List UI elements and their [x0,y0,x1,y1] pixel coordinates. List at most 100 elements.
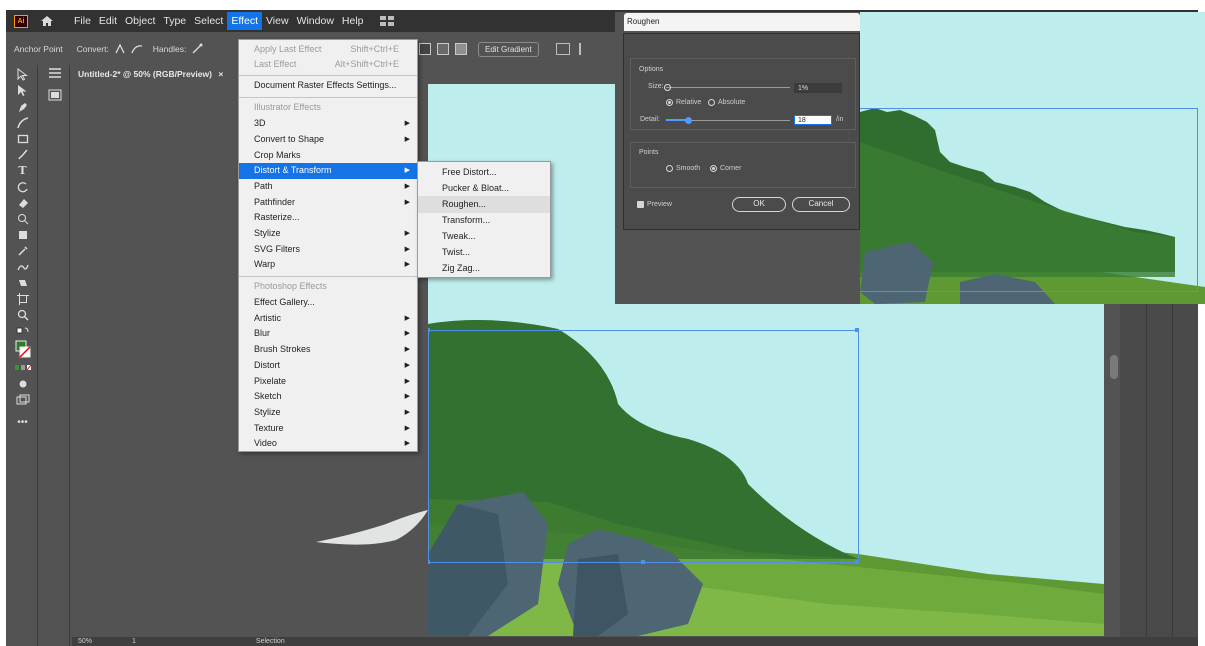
distribute-icon[interactable] [579,43,587,55]
menu-edit[interactable]: Edit [95,12,121,30]
direct-selection-tool-icon[interactable] [15,84,31,97]
menu-view[interactable]: View [262,12,293,30]
menu-object[interactable]: Object [121,12,159,30]
convert-to-shape-item[interactable]: Convert to Shape ▶ [239,132,417,148]
properties-panel-icon[interactable] [48,67,62,79]
align-icon[interactable] [556,43,570,55]
menu-type[interactable]: Type [159,12,190,30]
type-tool-icon[interactable]: T [15,164,31,177]
live-paint-tool-icon[interactable] [15,276,31,289]
artistic-item[interactable]: Artistic ▶ [239,311,417,327]
roughen-item[interactable]: Roughen... [418,196,550,213]
selection-handle[interactable] [855,328,859,332]
eyedropper-tool-icon[interactable] [15,244,31,257]
paintbrush-tool-icon[interactable] [15,148,31,161]
menu-select[interactable]: Select [190,12,227,30]
menu-effect[interactable]: Effect [227,12,262,30]
blend-tool-icon[interactable] [15,260,31,273]
menu-window[interactable]: Window [293,12,338,30]
smooth-radio[interactable] [666,165,673,172]
warp-item[interactable]: Warp ▶ [239,257,417,273]
artboard-tool-icon[interactable] [15,292,31,305]
free-distort-item[interactable]: Free Distort... [418,164,550,181]
menu-help[interactable]: Help [338,12,368,30]
zoom-level[interactable]: 50% [78,638,92,645]
path-item[interactable]: Path ▶ [239,179,417,195]
document-tab[interactable]: Untitled-2* @ 50% (RGB/Preview) × [72,66,238,82]
blur-item[interactable]: Blur ▶ [239,326,417,342]
rectangle-tool-icon[interactable] [15,132,31,145]
color-mode-icon[interactable] [14,361,31,374]
stylize-item[interactable]: Stylize ▶ [239,226,417,242]
zig-zag-item[interactable]: Zig Zag... [418,260,550,277]
distort-item[interactable]: Distort ▶ [239,358,417,374]
swap-colors-icon[interactable] [15,324,31,337]
menu-file[interactable]: File [70,12,95,30]
eraser-tool-icon[interactable] [15,196,31,209]
free-transform-tool-icon[interactable] [15,228,31,241]
selection-handle[interactable] [428,328,430,332]
size-slider-track[interactable] [666,87,790,88]
selection-handle[interactable] [641,560,645,564]
distort-transform-item[interactable]: Distort & Transform ▶ [239,163,417,179]
screen-mode-icon[interactable] [15,393,31,406]
absolute-radio[interactable] [708,99,715,106]
close-tab-icon[interactable]: × [218,69,223,79]
size-field[interactable]: 1% [794,83,842,93]
cloud-shape[interactable] [316,510,436,550]
pucker-bloat-item[interactable]: Pucker & Bloat... [418,180,550,197]
curvature-tool-icon[interactable] [15,116,31,129]
rasterize-item[interactable]: Rasterize... [239,210,417,226]
convert-smooth-icon[interactable] [131,43,143,55]
fill-swatch-icon[interactable] [419,43,431,55]
gradient-swatch-icon[interactable] [455,43,467,55]
texture-item[interactable]: Texture ▶ [239,421,417,437]
twist-item[interactable]: Twist... [418,244,550,261]
svg-filters-item[interactable]: SVG Filters ▶ [239,242,417,258]
video-item[interactable]: Video ▶ [239,436,417,452]
brush-strokes-item[interactable]: Brush Strokes ▶ [239,342,417,358]
relative-radio[interactable] [666,99,673,106]
pen-tool-icon[interactable] [15,100,31,113]
stroke-swatch-icon[interactable] [437,43,449,55]
home-icon[interactable] [40,15,54,27]
shape-builder-tool-icon[interactable] [15,212,31,225]
vertical-scrollbar[interactable] [1110,355,1118,379]
document-raster-settings-item[interactable]: Document Raster Effects Settings... [239,78,417,94]
fill-stroke-icon[interactable] [15,340,31,358]
edit-gradient-button[interactable]: Edit Gradient [478,42,539,57]
submenu-arrow-icon: ▶ [404,261,410,268]
selection-handle[interactable] [855,560,859,564]
ps-stylize-item[interactable]: Stylize ▶ [239,405,417,421]
inset-selection-box [857,108,1198,292]
selection-handle[interactable] [428,560,430,564]
sketch-item[interactable]: Sketch ▶ [239,389,417,405]
tweak-item[interactable]: Tweak... [418,228,550,245]
crop-marks-item[interactable]: Crop Marks [239,148,417,164]
effect-3d-item[interactable]: 3D ▶ [239,116,417,132]
show-handles-icon[interactable] [191,43,203,55]
preview-label: Preview [647,201,672,208]
cancel-button[interactable]: Cancel [792,197,850,212]
draw-mode-icon[interactable] [15,377,31,390]
more-tools-icon[interactable]: ••• [15,416,31,429]
submenu-arrow-icon: ▶ [404,330,410,337]
pathfinder-item[interactable]: Pathfinder ▶ [239,195,417,211]
workspace-switcher-icon[interactable] [379,16,394,26]
layers-panel-icon[interactable] [48,89,62,101]
rotate-tool-icon[interactable] [15,180,31,193]
selection-tool-icon[interactable] [15,68,31,81]
artboard-number[interactable]: 1 [132,638,136,645]
ok-button[interactable]: OK [732,197,786,212]
selection-bounding-box[interactable] [428,330,859,563]
corner-radio[interactable] [710,165,717,172]
convert-corner-icon[interactable] [114,43,126,55]
detail-slider-knob[interactable] [684,117,692,124]
size-slider-knob[interactable] [663,84,671,91]
zoom-tool-icon[interactable] [15,308,31,321]
detail-field[interactable]: 18 [794,115,832,125]
pixelate-item[interactable]: Pixelate ▶ [239,374,417,390]
effect-gallery-item[interactable]: Effect Gallery... [239,295,417,311]
transform-item[interactable]: Transform... [418,212,550,229]
preview-checkbox[interactable] [637,201,644,208]
